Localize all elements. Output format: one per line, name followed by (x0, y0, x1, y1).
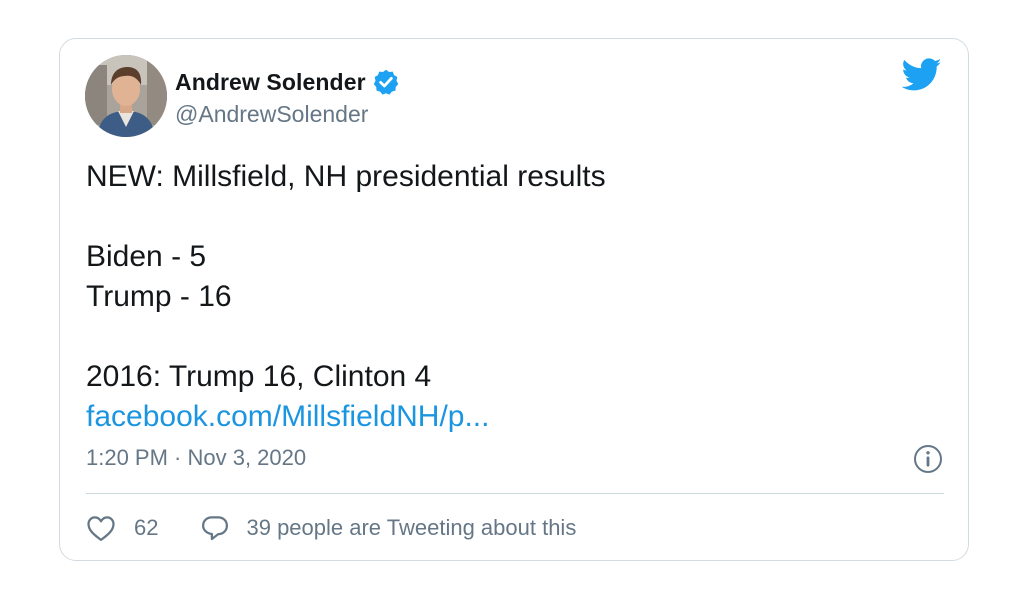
author-handle[interactable]: @AndrewSolender (175, 101, 368, 128)
twitter-bird-icon[interactable] (901, 57, 942, 93)
tweeting-about-label: 39 people are Tweeting about this (246, 515, 577, 540)
verified-badge-icon (372, 68, 400, 96)
author-name-row[interactable]: Andrew Solender (175, 67, 400, 97)
tweet-line-break (86, 197, 936, 237)
tweet-line-break (86, 317, 936, 357)
tweeting-about-link[interactable]: 39 people are Tweeting about this (200, 514, 576, 542)
tweet-line: Trump - 16 (86, 280, 232, 313)
tweet-body: NEW: Millsfield, NH presidential results… (86, 157, 936, 437)
tweet-line: NEW: Millsfield, NH presidential results (86, 160, 606, 193)
info-icon[interactable] (913, 444, 943, 474)
speech-bubble-icon (200, 514, 230, 542)
divider (86, 493, 944, 494)
like-button[interactable]: 62 (86, 514, 158, 542)
tweet-line: Biden - 5 (86, 240, 207, 273)
tweet-link[interactable]: facebook.com/MillsfieldNH/p... (86, 400, 489, 433)
author-avatar[interactable] (85, 55, 167, 137)
author-display-name[interactable]: Andrew Solender (175, 69, 366, 96)
tweet-line: 2016: Trump 16, Clinton 4 (86, 360, 432, 393)
tweet-timestamp[interactable]: 1:20 PM · Nov 3, 2020 (86, 445, 306, 471)
engagement-bar: 62 39 people are Tweeting about this (86, 509, 576, 547)
heart-icon (86, 514, 116, 542)
like-count: 62 (134, 515, 159, 540)
tweet-card[interactable]: Andrew Solender @AndrewSolender NEW: Mil… (59, 38, 969, 561)
avatar-photo (85, 55, 167, 137)
